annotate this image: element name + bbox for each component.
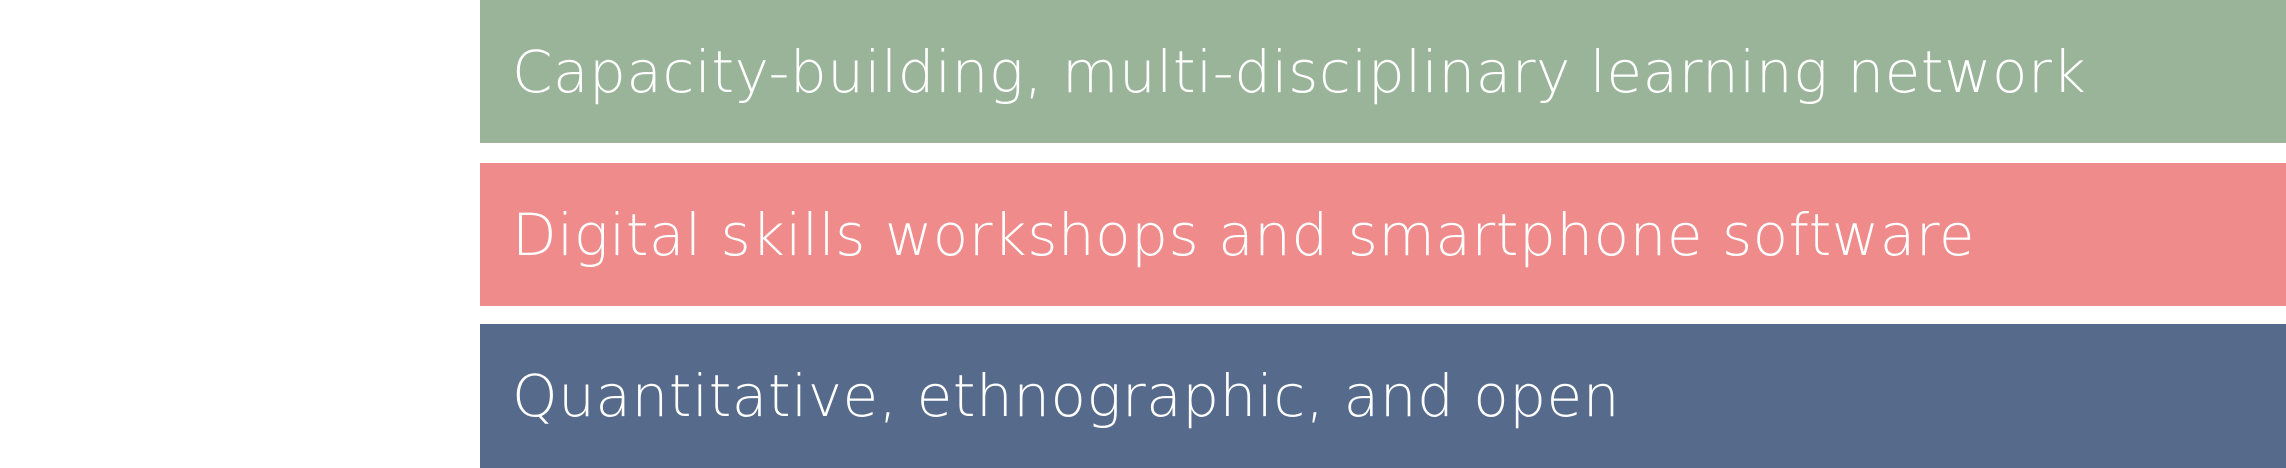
band-label: Capacity-building, multi-disciplinary le… — [512, 37, 2087, 106]
band-digital-skills: Digital skills workshops and smartphone … — [480, 163, 2286, 306]
band-label: Quantitative, ethnographic, and open — [512, 362, 1620, 430]
band-label: Digital skills workshops and smartphone … — [512, 200, 1976, 269]
band-learning-network: Capacity-building, multi-disciplinary le… — [480, 0, 2286, 143]
band-methods: Quantitative, ethnographic, and open — [480, 324, 2286, 468]
